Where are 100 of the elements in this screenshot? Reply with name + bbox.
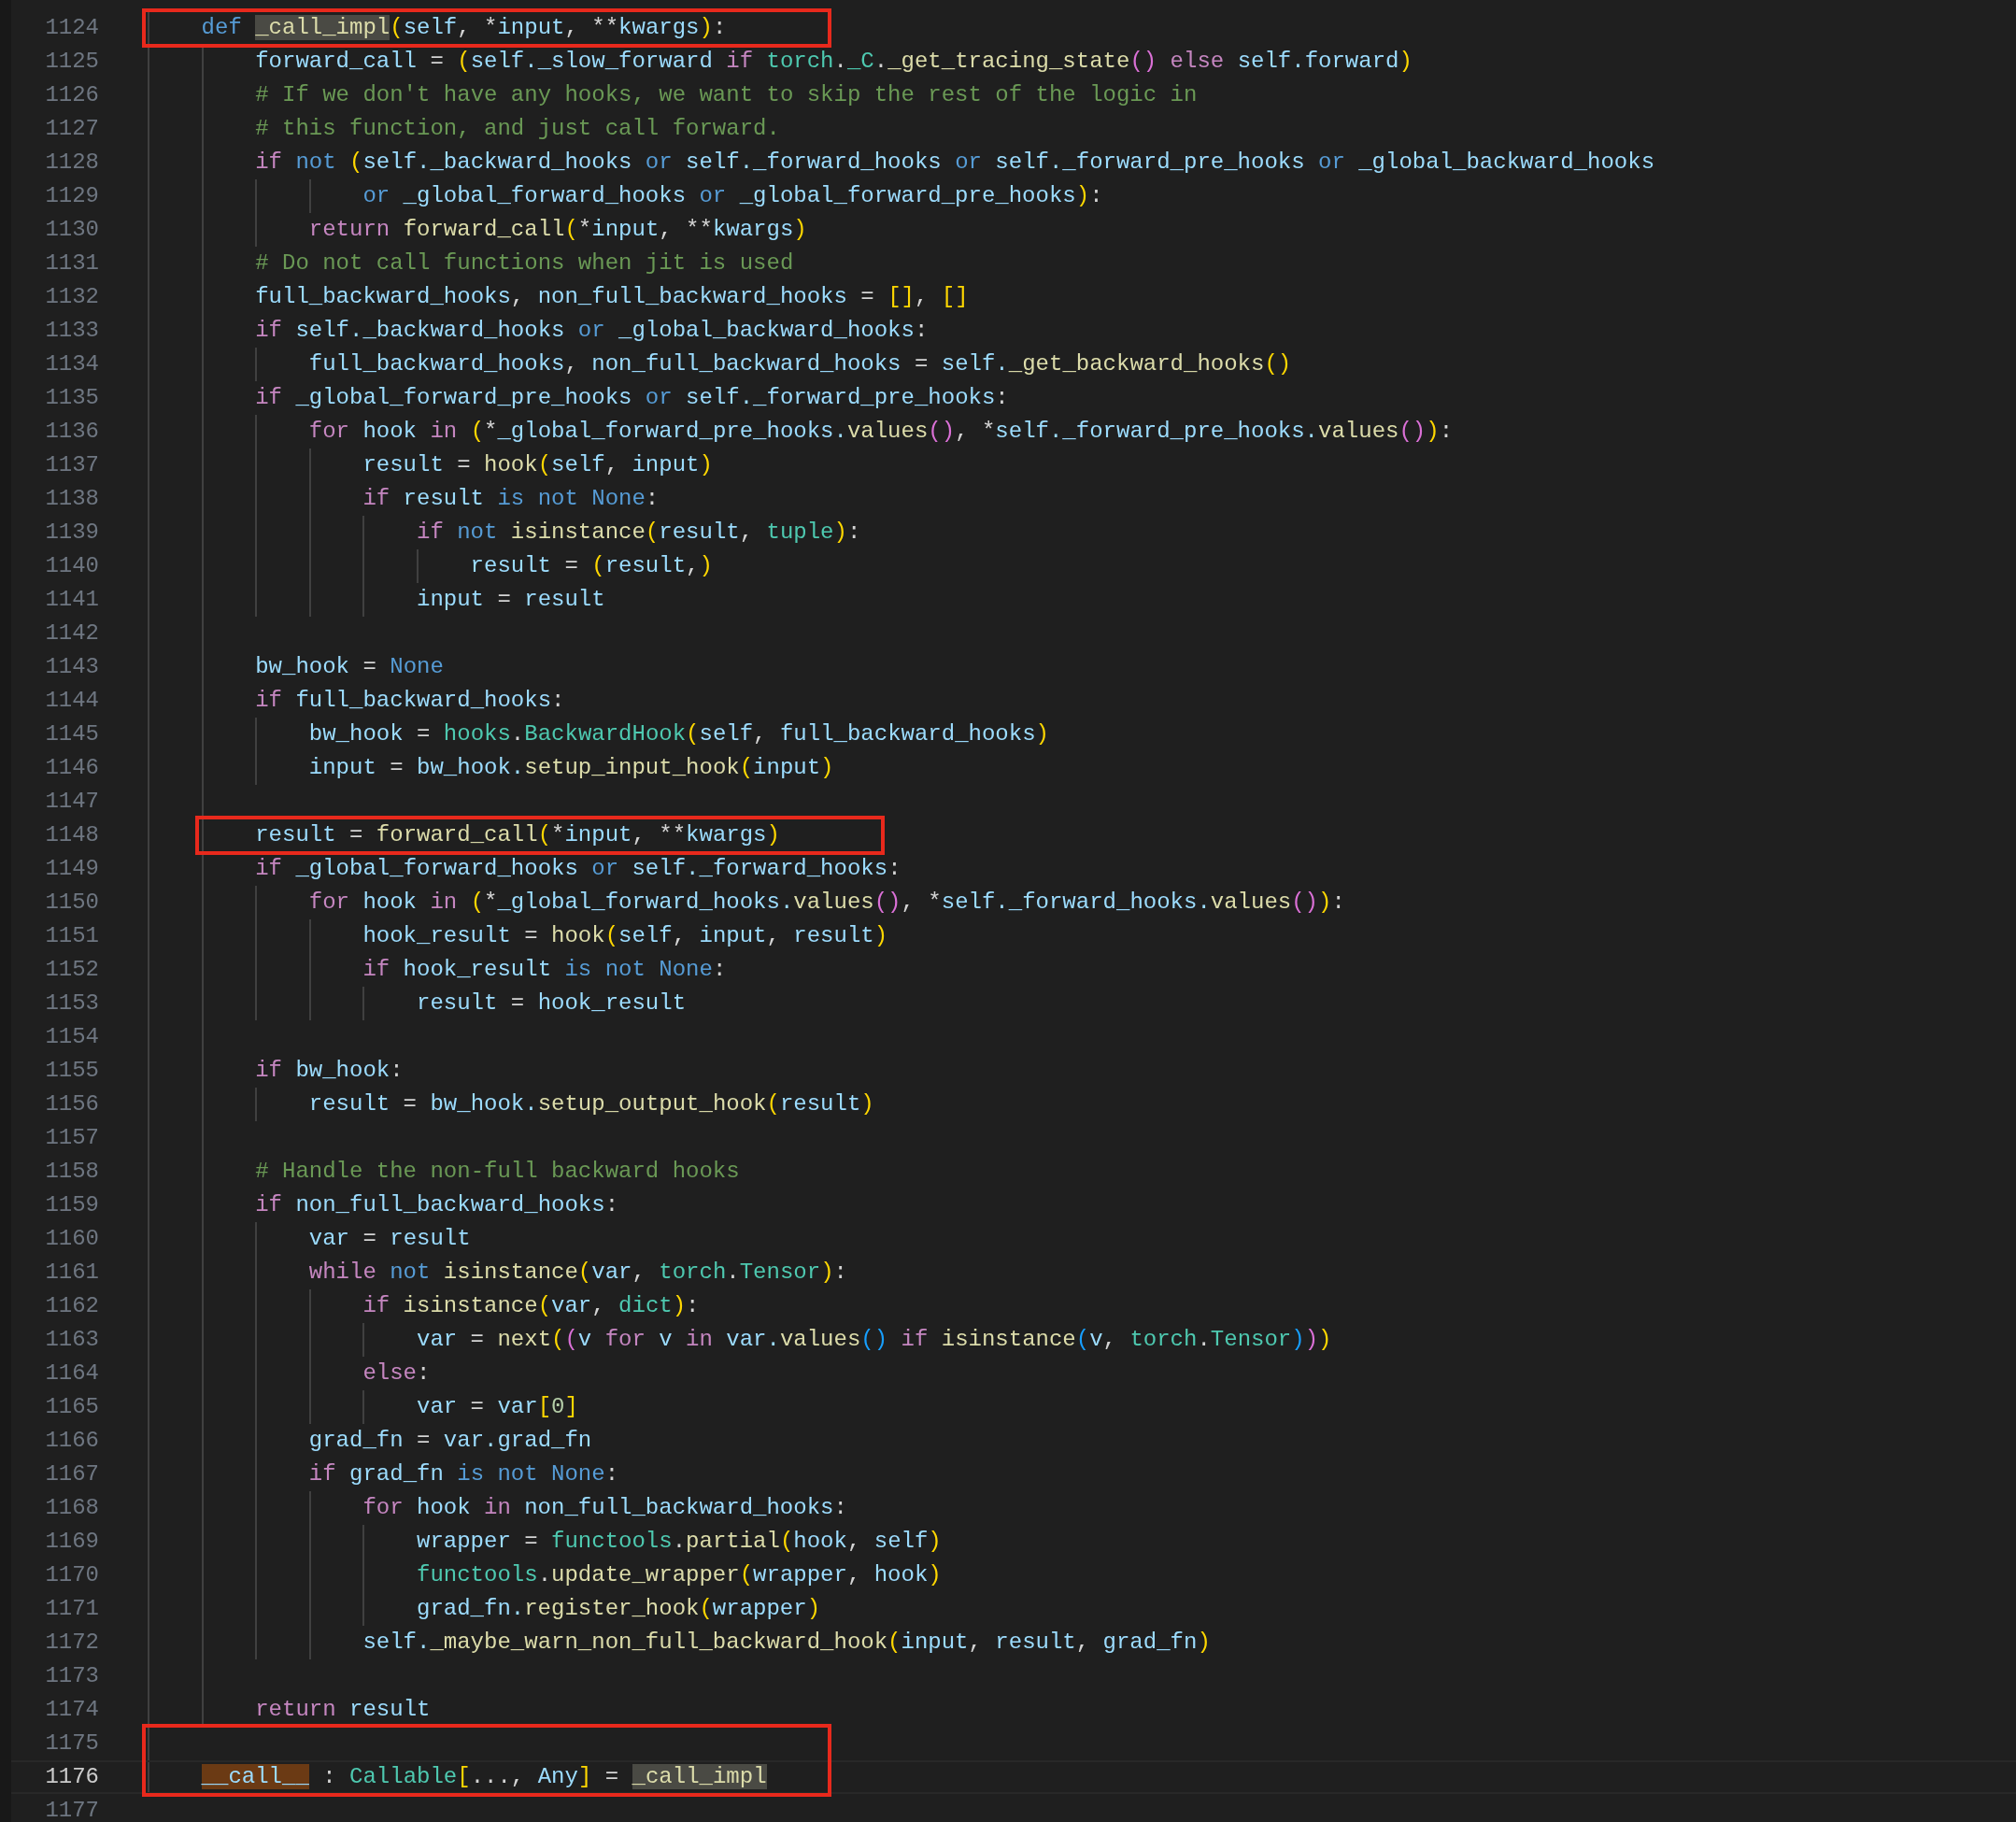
code-line: # Handle the non-full backward hooks [255, 1158, 740, 1186]
line-number: 1124 [44, 14, 100, 42]
line-number: 1149 [44, 855, 100, 883]
line-number: 1172 [44, 1629, 100, 1657]
code-line: return result [255, 1696, 431, 1724]
code-line: input = result [417, 586, 605, 614]
code-line: self._maybe_warn_non_full_backward_hook(input, result, grad_fn) [362, 1629, 1211, 1657]
line-number: 1142 [44, 619, 100, 648]
line-number: 1144 [44, 687, 100, 715]
line-number: 1160 [44, 1225, 100, 1253]
line-number: 1150 [44, 889, 100, 917]
line-number: 1129 [44, 182, 100, 210]
code-line: # this function, and just call forward. [255, 115, 780, 143]
line-number: 1131 [44, 249, 100, 278]
line-number: 1168 [44, 1494, 100, 1522]
code-line: if bw_hook: [255, 1057, 404, 1085]
code-line: forward_call = (self._slow_forward if torch._C._get_tracing_state() else self.forward) [255, 48, 1413, 76]
code-line: grad_fn = var.grad_fn [308, 1427, 592, 1455]
code-line: if non_full_backward_hooks: [255, 1191, 619, 1219]
code-line: __call__ : Callable[..., Any] = _call_impl [201, 1763, 767, 1791]
line-number: 1134 [44, 350, 100, 378]
line-number: 1155 [44, 1057, 100, 1085]
code-line: if _global_forward_hooks or self._forward_hooks: [255, 855, 902, 883]
line-number: 1159 [44, 1191, 100, 1219]
line-number: 1166 [44, 1427, 100, 1455]
line-number: 1171 [44, 1595, 100, 1623]
line-number: 1177 [44, 1797, 100, 1822]
code-line: var = result [308, 1225, 471, 1253]
code-line: if not (self._backward_hooks or self._forward_hooks or self._forward_pre_hooks or _global_backward_hooks [255, 149, 1655, 177]
code-line: full_backward_hooks, non_full_backward_hooks = [], [] [255, 283, 969, 311]
line-number: 1135 [44, 384, 100, 412]
code-line: grad_fn.register_hook(wrapper) [417, 1595, 821, 1623]
line-number: 1154 [44, 1023, 100, 1051]
line-number: 1163 [44, 1326, 100, 1354]
line-number: 1125 [44, 48, 100, 76]
line-number: 1146 [44, 754, 100, 782]
line-number: 1145 [44, 720, 100, 748]
line-number: 1161 [44, 1259, 100, 1287]
code-line: input = bw_hook.setup_input_hook(input) [308, 754, 834, 782]
line-number: 1152 [44, 956, 100, 984]
line-number: 1133 [44, 317, 100, 345]
line-number: 1132 [44, 283, 100, 311]
line-number: 1136 [44, 418, 100, 446]
code-line: bw_hook = None [255, 653, 444, 681]
code-line: hook_result = hook(self, input, result) [362, 922, 888, 950]
line-number: 1137 [44, 451, 100, 479]
line-number: 1165 [44, 1393, 100, 1421]
code-line: result = hook_result [417, 989, 687, 1018]
line-number: 1175 [44, 1729, 100, 1758]
code-line: if self._backward_hooks or _global_backward_hooks: [255, 317, 929, 345]
line-number: 1143 [44, 653, 100, 681]
code-line: for hook in (*_global_forward_hooks.values(), *self._forward_hooks.values()): [308, 889, 1345, 917]
code-line: if hook_result is not None: [362, 956, 727, 984]
code-line: var = next((v for v in var.values() if isinstance(v, torch.Tensor))) [417, 1326, 1332, 1354]
code-line: var = var[0] [417, 1393, 578, 1421]
code-line: result = (result,) [470, 552, 713, 580]
line-number: 1138 [44, 485, 100, 513]
code-line: bw_hook = hooks.BackwardHook(self, full_backward_hooks) [308, 720, 1049, 748]
code-line: while not isinstance(var, torch.Tensor): [308, 1259, 847, 1287]
line-number: 1140 [44, 552, 100, 580]
code-line: if full_backward_hooks: [255, 687, 565, 715]
line-number: 1170 [44, 1561, 100, 1589]
line-number: 1147 [44, 788, 100, 816]
code-line: if isinstance(var, dict): [362, 1292, 700, 1320]
code-line: wrapper = functools.partial(hook, self) [417, 1528, 942, 1556]
line-number: 1157 [44, 1124, 100, 1152]
line-number: 1128 [44, 149, 100, 177]
line-number: 1148 [44, 821, 100, 849]
code-line: result = hook(self, input) [362, 451, 713, 479]
code-line: if _global_forward_pre_hooks or self._forward_pre_hooks: [255, 384, 1009, 412]
line-number: 1126 [44, 81, 100, 109]
code-line: or _global_forward_hooks or _global_forward_pre_hooks): [362, 182, 1103, 210]
code-line: full_backward_hooks, non_full_backward_hooks = self._get_backward_hooks() [308, 350, 1292, 378]
line-number: 1153 [44, 989, 100, 1018]
line-number: 1167 [44, 1460, 100, 1488]
code-line: for hook in non_full_backward_hooks: [362, 1494, 847, 1522]
code-line: if result is not None: [362, 485, 660, 513]
code-line: if not isinstance(result, tuple): [417, 519, 861, 547]
code-line: # Do not call functions when jit is used [255, 249, 794, 278]
line-number: 1162 [44, 1292, 100, 1320]
code-line: result = bw_hook.setup_output_hook(result) [308, 1090, 874, 1118]
code-line: if grad_fn is not None: [308, 1460, 619, 1488]
line-number: 1141 [44, 586, 100, 614]
code-line: # If we don't have any hooks, we want to skip the rest of the logic in [255, 81, 1198, 109]
line-number: 1176 [44, 1763, 100, 1791]
line-number: 1151 [44, 922, 100, 950]
line-number: 1169 [44, 1528, 100, 1556]
code-line: functools.update_wrapper(wrapper, hook) [417, 1561, 942, 1589]
code-line: for hook in (*_global_forward_pre_hooks.values(), *self._forward_pre_hooks.values()): [308, 418, 1454, 446]
code-line: return forward_call(*input, **kwargs) [308, 216, 807, 244]
line-number: 1173 [44, 1662, 100, 1690]
line-number: 1156 [44, 1090, 100, 1118]
code-line: def _call_impl(self, *input, **kwargs): [201, 14, 727, 42]
line-number: 1139 [44, 519, 100, 547]
line-number: 1127 [44, 115, 100, 143]
line-number: 1130 [44, 216, 100, 244]
line-number: 1158 [44, 1158, 100, 1186]
line-number: 1164 [44, 1359, 100, 1388]
code-line: result = forward_call(*input, **kwargs) [255, 821, 780, 849]
code-line: else: [362, 1359, 431, 1388]
